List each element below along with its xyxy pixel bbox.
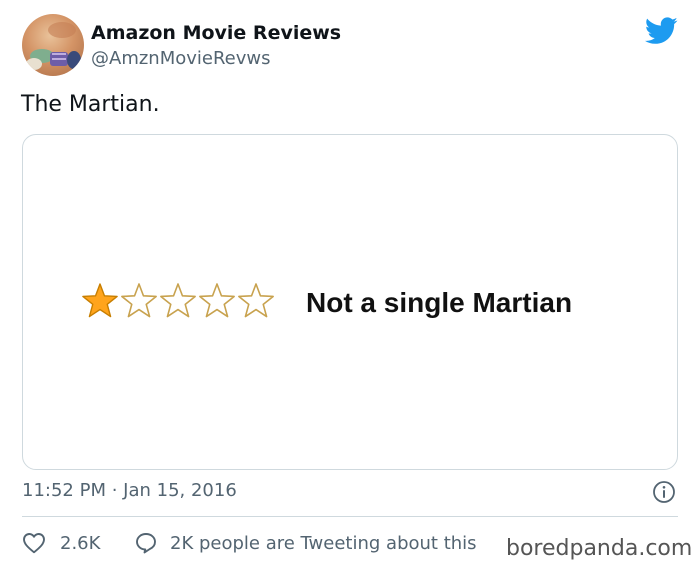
star-empty-icon — [160, 283, 196, 318]
divider — [22, 516, 678, 517]
star-empty-icon — [199, 283, 235, 318]
heart-icon — [23, 533, 45, 554]
info-icon[interactable] — [652, 480, 676, 504]
conversation-text: 2K people are Tweeting about this — [170, 532, 477, 554]
author-handle[interactable]: @AmznMovieRevws — [91, 48, 271, 69]
conversation-button[interactable]: 2K people are Tweeting about this — [134, 530, 477, 556]
like-button[interactable]: 2.6K — [22, 530, 100, 556]
tweet-timestamp[interactable]: 11:52 PM · Jan 15, 2016 — [22, 480, 237, 501]
star-filled-icon — [82, 283, 118, 318]
watermark: boredpanda.com — [506, 536, 693, 561]
avatar-image — [22, 14, 84, 76]
tweet-media-card[interactable]: Not a single Martian — [22, 134, 678, 470]
star-rating — [82, 283, 274, 318]
tweet-text: The Martian. — [21, 92, 160, 117]
author-display-name[interactable]: Amazon Movie Reviews — [91, 22, 341, 44]
twitter-bird-icon[interactable] — [644, 17, 678, 45]
star-empty-icon — [121, 283, 157, 318]
star-empty-icon — [238, 283, 274, 318]
like-count: 2.6K — [60, 532, 101, 554]
review-title: Not a single Martian — [306, 287, 573, 318]
speech-bubble-icon — [136, 533, 156, 554]
avatar[interactable] — [22, 14, 84, 76]
